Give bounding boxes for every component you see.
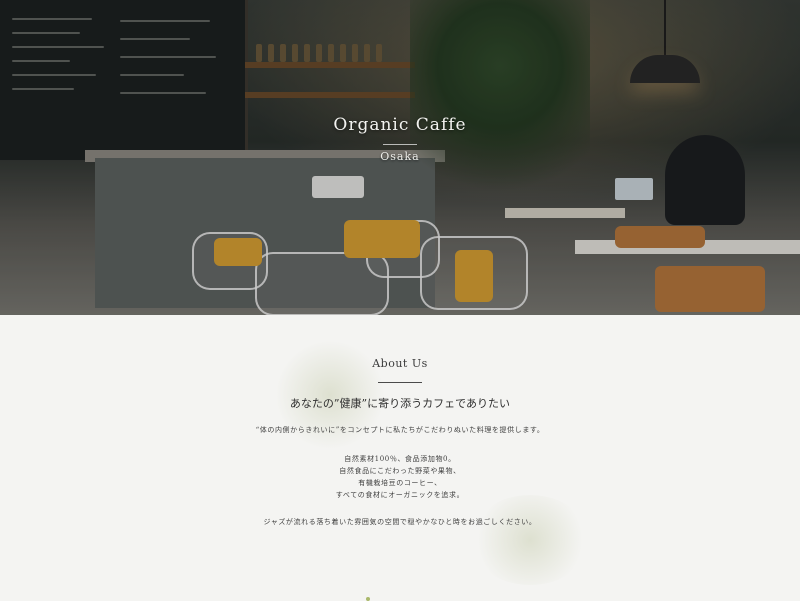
- about-closing: ジャズが流れる落ち着いた雰囲気の空間で穏やかなひと時をお過ごしください。: [263, 518, 537, 526]
- about-section: About Us あなたの”健康”に寄り添うカフェでありたい “体の内側からきれ…: [0, 315, 800, 601]
- feature-line: 自然食品にこだわった野菜や果物、: [339, 467, 461, 475]
- hero-section: Organic Caffe Osaka: [0, 0, 800, 315]
- scroll-indicator: [366, 597, 370, 601]
- feature-line: 有機栽培豆のコーヒー、: [358, 479, 442, 487]
- about-heading: あなたの”健康”に寄り添うカフェでありたい: [289, 397, 511, 410]
- feature-line: 自然素材100％、食品添加物0。: [344, 455, 456, 463]
- about-title: About Us: [372, 357, 428, 370]
- feature-line: すべての食材にオーガニックを追求。: [335, 491, 465, 499]
- hero-location: Osaka: [0, 144, 800, 163]
- hero-title: Organic Caffe: [333, 115, 467, 135]
- about-divider: [378, 382, 422, 383]
- about-intro: “体の内側からきれいに”をコンセプトに私たちがこだわりぬいた料理を提供します。: [255, 426, 545, 434]
- about-features: 自然素材100％、食品添加物0。 自然食品にこだわった野菜や果物、 有機栽培豆の…: [0, 453, 800, 501]
